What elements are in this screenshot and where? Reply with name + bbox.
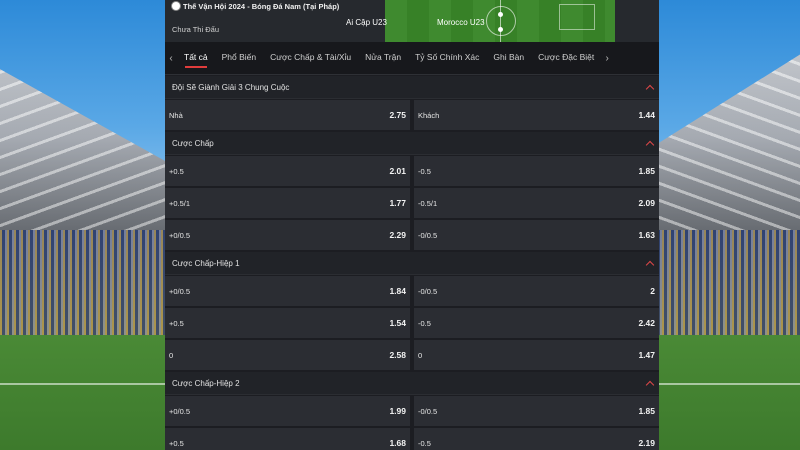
odds-value: 2.42: [638, 318, 655, 328]
odds-value: 2.29: [389, 230, 406, 240]
odds-cell-right[interactable]: -0.5 1.85: [414, 156, 659, 186]
tab-4[interactable]: Tỷ Số Chính Xác: [408, 42, 486, 74]
selection-label: -0/0.5: [418, 406, 438, 416]
market-title: Cược Chấp-Hiệp 2: [172, 378, 240, 388]
odds-cell-right[interactable]: -0.5 2.19: [414, 428, 659, 450]
odds-value: 1.44: [638, 110, 655, 120]
market-header[interactable]: Đội Sẽ Giành Giải 3 Chung Cuộc: [165, 76, 659, 99]
chevron-up-icon[interactable]: [645, 380, 655, 389]
odds-row: +0/0.5 1.84 -0/0.5 2: [165, 275, 659, 307]
odds-value: 2.58: [389, 350, 406, 360]
selection-label: +0.5: [169, 438, 184, 448]
football-icon: [171, 1, 181, 11]
selection-label: -0.5/1: [418, 198, 438, 208]
chevron-up-icon[interactable]: [645, 84, 655, 93]
odds-value: 2.09: [638, 198, 655, 208]
tabs-right-arrow-icon[interactable]: ›: [601, 53, 613, 64]
tab-3[interactable]: Nửa Trận: [358, 42, 408, 74]
tab-2[interactable]: Cược Chấp & Tài/Xỉu: [263, 42, 358, 74]
odds-value: 2: [650, 286, 655, 296]
odds-value: 1.47: [638, 350, 655, 360]
odds-value: 1.85: [638, 166, 655, 176]
odds-value: 1.99: [389, 406, 406, 416]
selection-label: 0: [169, 350, 174, 360]
selection-label: Khách: [418, 110, 440, 120]
betting-panel: Thế Vận Hội 2024 - Bóng Đá Nam (Tại Pháp…: [165, 0, 659, 450]
odds-row: +0/0.5 1.99 -0/0.5 1.85: [165, 395, 659, 427]
odds-cell-left[interactable]: +0/0.5 1.99: [165, 396, 410, 426]
odds-row: +0.5 1.68 -0.5 2.19: [165, 427, 659, 450]
away-team: Morocco U23: [437, 18, 485, 27]
selection-label: -0.5: [418, 318, 431, 328]
pitch-graphic: [385, 0, 615, 42]
market-header[interactable]: Cược Chấp: [165, 132, 659, 155]
market-title: Cược Chấp: [172, 138, 214, 148]
odds-row: 0 2.58 0 1.47: [165, 339, 659, 371]
odds-cell-right[interactable]: -0/0.5 1.85: [414, 396, 659, 426]
selection-label: +0/0.5: [169, 286, 191, 296]
odds-value: 1.54: [389, 318, 406, 328]
selection-label: -0.5: [418, 166, 431, 176]
selection-label: +0/0.5: [169, 230, 191, 240]
selection-label: +0.5: [169, 166, 184, 176]
odds-value: 2.01: [389, 166, 406, 176]
market-title: Đội Sẽ Giành Giải 3 Chung Cuộc: [172, 82, 290, 92]
odds-cell-left[interactable]: +0/0.5 2.29: [165, 220, 410, 250]
tab-5[interactable]: Ghi Bàn: [486, 42, 531, 74]
selection-label: +0.5/1: [169, 198, 191, 208]
chevron-up-icon[interactable]: [645, 260, 655, 269]
odds-cell-left[interactable]: +0.5 1.68: [165, 428, 410, 450]
home-team: Ai Cập U23: [346, 18, 387, 27]
odds-cell-right[interactable]: -0.5/1 2.09: [414, 188, 659, 218]
odds-cell-right[interactable]: -0/0.5 2: [414, 276, 659, 306]
odds-cell-right[interactable]: Khách 1.44: [414, 100, 659, 130]
odds-cell-right[interactable]: -0/0.5 1.63: [414, 220, 659, 250]
odds-value: 1.77: [389, 198, 406, 208]
tab-1[interactable]: Phổ Biến: [215, 42, 264, 74]
odds-value: 1.68: [389, 438, 406, 448]
selection-label: -0/0.5: [418, 286, 438, 296]
odds-value: 1.85: [638, 406, 655, 416]
chevron-up-icon[interactable]: [645, 140, 655, 149]
odds-value: 1.63: [638, 230, 655, 240]
market-header[interactable]: Cược Chấp-Hiệp 2: [165, 372, 659, 395]
selection-label: +0.5: [169, 318, 184, 328]
odds-cell-left[interactable]: +0.5/1 1.77: [165, 188, 410, 218]
tab-0[interactable]: Tất cả: [177, 42, 215, 74]
odds-row: +0/0.5 2.29 -0/0.5 1.63: [165, 219, 659, 251]
odds-cell-left[interactable]: +0.5 2.01: [165, 156, 410, 186]
odds-row: +0.5/1 1.77 -0.5/1 2.09: [165, 187, 659, 219]
crowd-left: [0, 230, 180, 340]
odds-cell-left[interactable]: Nhà 2.75: [165, 100, 410, 130]
selection-label: Nhà: [169, 110, 183, 120]
odds-cell-left[interactable]: +0/0.5 1.84: [165, 276, 410, 306]
odds-row: Nhà 2.75 Khách 1.44: [165, 99, 659, 131]
odds-value: 1.84: [389, 286, 406, 296]
selection-label: -0/0.5: [418, 230, 438, 240]
competition-title: Thế Vận Hội 2024 - Bóng Đá Nam (Tại Pháp…: [171, 1, 339, 11]
markets-list: Đội Sẽ Giành Giải 3 Chung Cuộc Nhà 2.75 Khá…: [165, 76, 659, 450]
odds-row: +0.5 2.01 -0.5 1.85: [165, 155, 659, 187]
tabs-left-arrow-icon[interactable]: ‹: [165, 53, 177, 64]
odds-cell-left[interactable]: 0 2.58: [165, 340, 410, 370]
odds-value: 2.75: [389, 110, 406, 120]
selection-label: -0.5: [418, 438, 431, 448]
odds-cell-right[interactable]: -0.5 2.42: [414, 308, 659, 338]
selection-label: +0/0.5: [169, 406, 191, 416]
match-status: Chưa Thi Đấu: [172, 25, 219, 34]
market-tabs: ‹ Tất cả Phổ Biến Cược Chấp & Tài/Xỉu Nửa T…: [165, 42, 659, 75]
market-header[interactable]: Cược Chấp-Hiệp 1: [165, 252, 659, 275]
competition-label: Thế Vận Hội 2024 - Bóng Đá Nam (Tại Pháp…: [183, 1, 340, 11]
tab-6[interactable]: Cược Đặc Biệt: [531, 42, 601, 74]
odds-cell-left[interactable]: +0.5 1.54: [165, 308, 410, 338]
odds-cell-right[interactable]: 0 1.47: [414, 340, 659, 370]
selection-label: 0: [418, 350, 423, 360]
odds-value: 2.19: [638, 438, 655, 448]
market-title: Cược Chấp-Hiệp 1: [172, 258, 240, 268]
odds-row: +0.5 1.54 -0.5 2.42: [165, 307, 659, 339]
match-header: Thế Vận Hội 2024 - Bóng Đá Nam (Tại Pháp…: [165, 0, 659, 42]
